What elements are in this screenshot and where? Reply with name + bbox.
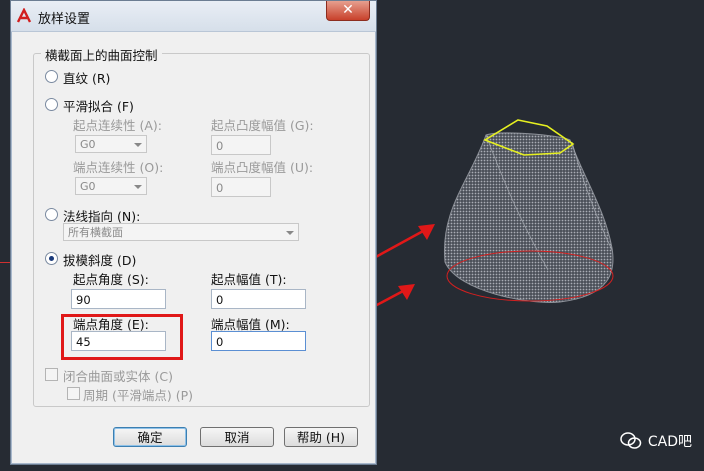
- watermark-text: CAD吧: [647, 434, 692, 450]
- ruled-label[interactable]: 直纹 (R): [63, 68, 110, 87]
- close-surface-label[interactable]: 闭合曲面或实体 (C): [63, 366, 173, 385]
- autocad-app-icon: [16, 8, 32, 23]
- close-surface-checkbox[interactable]: [45, 368, 58, 381]
- dialog-title: 放样设置: [38, 12, 91, 27]
- smooth-fit-label[interactable]: 平滑拟合 (F): [63, 96, 134, 115]
- smooth-fit-radio[interactable]: [45, 98, 58, 111]
- periodic-checkbox[interactable]: [67, 387, 80, 400]
- normal-to-select[interactable]: 所有横截面: [63, 223, 299, 241]
- close-icon: ✕: [342, 2, 354, 18]
- start-continuity-label: 起点连续性 (A):: [73, 118, 162, 133]
- periodic-label[interactable]: 周期 (平滑端点) (P): [83, 385, 193, 404]
- watermark: CAD吧: [620, 431, 692, 451]
- start-magnitude-label: 起点幅值 (T):: [211, 272, 287, 287]
- chevron-down-icon: [134, 185, 142, 189]
- end-continuity-label: 端点连续性 (O):: [73, 160, 164, 175]
- group-title: 横截面上的曲面控制: [41, 45, 162, 64]
- wechat-icon: [620, 432, 642, 449]
- normal-to-radio[interactable]: [45, 208, 58, 221]
- chevron-down-icon: [134, 143, 142, 147]
- start-continuity-select[interactable]: G0: [75, 135, 147, 153]
- end-continuity-select[interactable]: G0: [75, 177, 147, 195]
- chevron-down-icon: [286, 231, 294, 235]
- end-magnitude-input[interactable]: 0: [211, 331, 306, 351]
- end-bulge-input[interactable]: 0: [211, 177, 271, 197]
- start-bulge-input[interactable]: 0: [211, 135, 271, 155]
- ok-button[interactable]: 确定: [113, 427, 187, 447]
- ruled-radio[interactable]: [45, 70, 58, 83]
- loft-settings-dialog: 放样设置 ✕ 横截面上的曲面控制 直纹 (R) 平滑拟合 (F) 起点连续性 (…: [10, 0, 377, 465]
- highlight-box: [61, 314, 183, 360]
- start-magnitude-input[interactable]: 0: [211, 289, 306, 309]
- close-button[interactable]: ✕: [326, 1, 370, 21]
- start-angle-label: 起点角度 (S):: [73, 272, 149, 287]
- draft-angles-radio[interactable]: [45, 252, 58, 265]
- draft-angles-label[interactable]: 拔模斜度 (D): [63, 250, 136, 269]
- title-bar[interactable]: 放样设置 ✕: [11, 1, 376, 32]
- cancel-button[interactable]: 取消: [200, 427, 274, 447]
- help-button[interactable]: 帮助 (H): [284, 427, 358, 447]
- loft-body: [443, 132, 614, 303]
- start-bulge-label: 起点凸度幅值 (G):: [211, 118, 314, 133]
- end-bulge-label: 端点凸度幅值 (U):: [211, 160, 314, 175]
- start-angle-input[interactable]: 90: [71, 289, 166, 309]
